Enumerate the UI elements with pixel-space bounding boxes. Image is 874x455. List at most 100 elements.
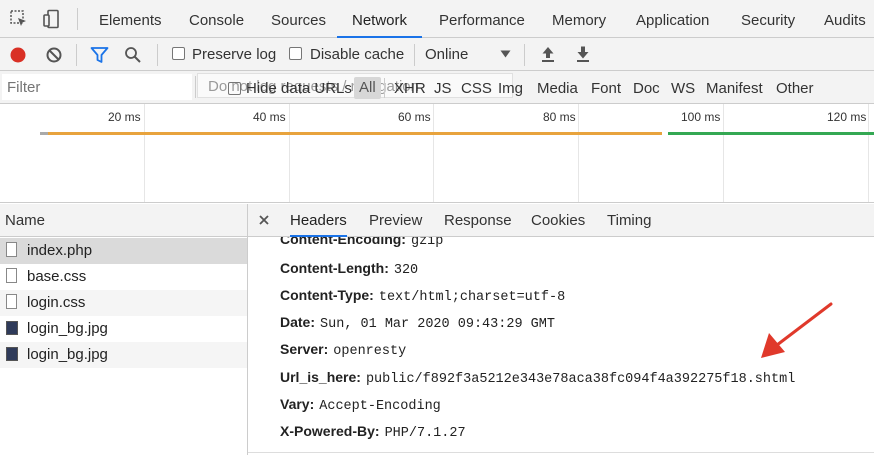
network-toolbar: Preserve log Disable cache Online <box>0 38 874 71</box>
throttling-select[interactable]: Online <box>425 46 468 63</box>
toolbar-divider <box>157 44 158 66</box>
tab-network[interactable]: Network <box>337 0 423 38</box>
image-file-icon <box>6 321 18 335</box>
document-file-icon <box>6 268 17 283</box>
tab-timing[interactable]: Timing <box>607 204 651 236</box>
response-header-line: Content-Length: 320 <box>280 260 418 278</box>
header-value: public/f892f3a5212e343e78aca38fc094f4a39… <box>365 372 796 387</box>
timeline-overview[interactable]: 20 ms 40 ms 60 ms 80 ms 100 ms 120 ms <box>0 104 874 203</box>
header-value: PHP/7.1.27 <box>384 426 466 441</box>
response-header-line: Vary: Accept-Encoding <box>280 396 441 414</box>
tab-memory[interactable]: Memory <box>552 0 606 37</box>
details-tab-bar: Headers Preview Response Cookies Timing <box>248 204 874 237</box>
filter-input[interactable] <box>2 74 192 100</box>
request-row[interactable]: login_bg.jpg <box>0 342 247 368</box>
header-value: 320 <box>393 263 419 278</box>
response-header-line: X-Powered-By: PHP/7.1.27 <box>280 423 466 441</box>
header-key: X-Powered-By: <box>280 423 380 439</box>
toolbar-divider <box>384 78 385 98</box>
tab-headers[interactable]: Headers <box>290 204 347 237</box>
import-har-icon[interactable] <box>540 45 556 63</box>
dropdown-arrow-icon[interactable] <box>500 50 511 58</box>
hide-data-urls-checkbox[interactable] <box>228 82 241 95</box>
search-icon[interactable] <box>124 46 142 64</box>
toolbar-divider <box>195 76 196 98</box>
export-har-icon[interactable] <box>575 45 591 63</box>
response-header-line: Date: Sun, 01 Mar 2020 09:43:29 GMT <box>280 314 555 332</box>
disable-cache-checkbox[interactable] <box>289 47 302 60</box>
header-key: Server: <box>280 341 329 357</box>
disable-cache-label[interactable]: Disable cache <box>310 46 404 63</box>
name-column-header[interactable]: Name <box>0 204 247 237</box>
tab-performance[interactable]: Performance <box>439 0 525 37</box>
filter-type-xhr[interactable]: XHR <box>394 80 426 97</box>
header-value: gzip <box>410 237 444 249</box>
timeline-tick-label: 100 ms <box>681 110 721 124</box>
filter-type-other[interactable]: Other <box>776 80 814 97</box>
tab-security[interactable]: Security <box>741 0 795 37</box>
tab-response[interactable]: Response <box>444 204 512 236</box>
record-icon[interactable] <box>9 46 27 64</box>
tab-console[interactable]: Console <box>189 0 244 37</box>
hide-data-urls-label[interactable]: Hide data URLs <box>246 80 352 97</box>
tab-preview[interactable]: Preview <box>369 204 422 236</box>
toolbar-divider <box>77 8 78 30</box>
response-header-line: Server: openresty <box>280 341 406 359</box>
filter-type-manifest[interactable]: Manifest <box>706 80 763 97</box>
toolbar-divider <box>414 44 415 66</box>
device-toolbar-icon[interactable] <box>42 9 62 29</box>
header-key: Vary: <box>280 396 315 412</box>
image-file-icon <box>6 347 18 361</box>
timeline-gridline <box>289 104 290 202</box>
request-name: index.php <box>27 242 93 259</box>
header-key: Url_is_here: <box>280 369 361 385</box>
clear-icon[interactable] <box>45 46 63 64</box>
filter-bar: Do not log requests / navigation Hide da… <box>0 71 874 104</box>
filter-type-doc[interactable]: Doc <box>633 80 660 97</box>
header-value: Accept-Encoding <box>319 399 441 414</box>
timeline-tick-label: 120 ms <box>827 110 867 124</box>
header-key: Content-Type: <box>280 287 374 303</box>
panel-bottom-divider <box>248 452 874 453</box>
filter-icon[interactable] <box>90 46 109 64</box>
tab-elements[interactable]: Elements <box>99 0 162 37</box>
filter-type-js[interactable]: JS <box>434 80 452 97</box>
inspect-element-icon[interactable] <box>9 9 29 29</box>
header-key: Date: <box>280 314 316 330</box>
filter-type-media[interactable]: Media <box>537 80 578 97</box>
filter-type-css[interactable]: CSS <box>461 80 492 97</box>
annotation-arrow-icon <box>761 302 833 358</box>
timeline-tick-label: 60 ms <box>398 110 431 124</box>
header-value: Sun, 01 Mar 2020 09:43:29 GMT <box>320 317 555 332</box>
request-row[interactable]: index.php <box>0 238 247 264</box>
toolbar-divider <box>76 44 77 66</box>
response-header-line: Url_is_here: public/f892f3a5212e343e78aca… <box>280 369 795 387</box>
tab-sources[interactable]: Sources <box>271 0 326 37</box>
timeline-tick-label: 40 ms <box>253 110 286 124</box>
request-name: login_bg.jpg <box>27 346 108 363</box>
timeline-gridline <box>433 104 434 202</box>
header-key: Content-Length: <box>280 260 389 276</box>
document-file-icon <box>6 242 17 257</box>
request-row[interactable]: login_bg.jpg <box>0 316 247 342</box>
filter-type-font[interactable]: Font <box>591 80 621 97</box>
filter-type-all[interactable]: All <box>354 77 381 99</box>
header-value: text/html;charset=utf-8 <box>378 290 566 305</box>
tab-application[interactable]: Application <box>636 0 709 37</box>
filter-type-img[interactable]: Img <box>498 80 523 97</box>
filter-type-ws[interactable]: WS <box>671 80 695 97</box>
preserve-log-label[interactable]: Preserve log <box>192 46 276 63</box>
tab-cookies[interactable]: Cookies <box>531 204 585 236</box>
toolbar-divider <box>524 44 525 66</box>
request-row[interactable]: login.css <box>0 290 247 316</box>
tab-audits[interactable]: Audits <box>824 0 866 37</box>
waterfall-bar-green <box>668 132 874 135</box>
timeline-tick-label: 80 ms <box>543 110 576 124</box>
preserve-log-checkbox[interactable] <box>172 47 185 60</box>
timeline-gridline <box>144 104 145 202</box>
close-icon[interactable] <box>259 215 269 225</box>
request-row[interactable]: base.css <box>0 264 247 290</box>
document-file-icon <box>6 294 17 309</box>
header-value: openresty <box>333 344 407 359</box>
timeline-gridline <box>578 104 579 202</box>
